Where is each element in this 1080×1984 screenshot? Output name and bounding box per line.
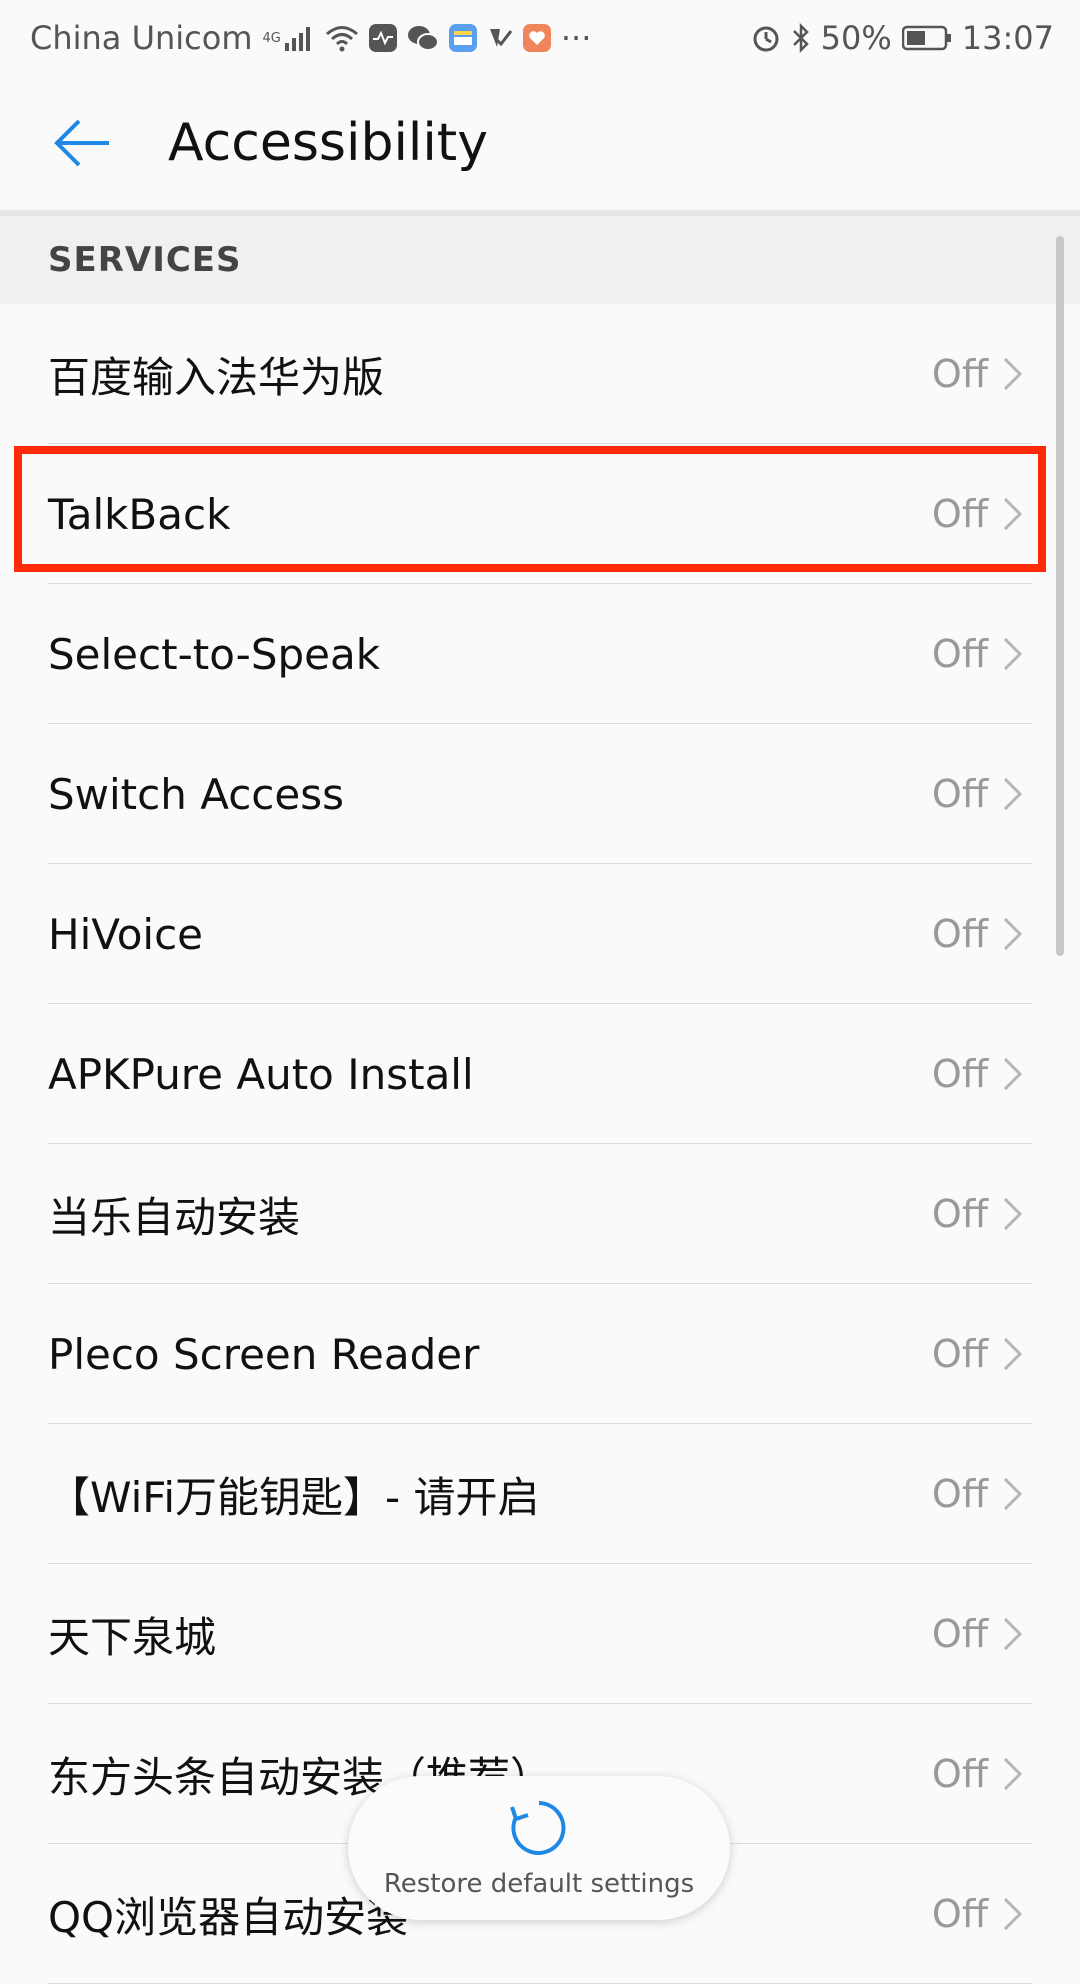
restore-default-button[interactable]: Restore default settings xyxy=(348,1776,730,1920)
carrier-name: China Unicom xyxy=(30,19,253,57)
service-status: Off xyxy=(932,1052,1024,1096)
service-status: Off xyxy=(932,1332,1024,1376)
wallet-icon xyxy=(448,24,477,52)
service-status: Off xyxy=(932,1752,1024,1796)
service-value: Off xyxy=(931,1892,988,1936)
service-row[interactable]: Pleco Screen Reader Off xyxy=(0,1284,1080,1424)
status-right: 50% 13:07 xyxy=(751,19,1054,57)
alarm-icon xyxy=(751,23,781,53)
service-row[interactable]: APKPure Auto Install Off xyxy=(0,1004,1080,1144)
service-label: 百度输入法华为版 xyxy=(48,352,385,402)
clock: 13:07 xyxy=(961,19,1054,57)
chevron-right-icon xyxy=(1003,357,1023,391)
chevron-right-icon xyxy=(1003,1757,1023,1791)
task-icon xyxy=(487,25,513,51)
back-arrow-icon xyxy=(54,119,109,167)
page-title: Accessibility xyxy=(168,113,488,173)
service-status: Off xyxy=(932,1192,1024,1236)
more-notifications: ··· xyxy=(560,19,592,57)
back-button[interactable] xyxy=(52,113,112,173)
wifi-icon xyxy=(325,24,359,52)
service-value: Off xyxy=(931,1752,988,1796)
signal-icon xyxy=(284,25,315,51)
app-header: Accessibility xyxy=(0,76,1080,210)
chevron-right-icon xyxy=(1003,1897,1023,1931)
service-value: Off xyxy=(931,492,988,536)
service-row[interactable]: HiVoice Off xyxy=(0,864,1080,1004)
service-row[interactable]: Select-to-Speak Off xyxy=(0,584,1080,724)
service-row[interactable]: Switch Access Off xyxy=(0,724,1080,864)
health-icon xyxy=(522,24,551,52)
service-status: Off xyxy=(932,352,1024,396)
service-value: Off xyxy=(931,1472,988,1516)
network-type: 4G xyxy=(262,30,281,46)
service-value: Off xyxy=(931,352,988,396)
service-label: TalkBack xyxy=(48,489,231,539)
service-status: Off xyxy=(932,1892,1024,1936)
status-bar: China Unicom 4G ··· 50% 13:07 xyxy=(0,0,1080,76)
service-status: Off xyxy=(932,1472,1024,1516)
activity-icon xyxy=(368,24,397,52)
bluetooth-icon xyxy=(791,23,811,53)
service-row[interactable]: 天下泉城 Off xyxy=(0,1564,1080,1704)
service-value: Off xyxy=(931,632,988,676)
battery-percent: 50% xyxy=(820,19,892,57)
services-list: 百度输入法华为版 Off TalkBack Off Select-to-Speak Off… xyxy=(0,304,1080,1984)
chevron-right-icon xyxy=(1003,1477,1023,1511)
chevron-right-icon xyxy=(1003,497,1023,531)
service-value: Off xyxy=(931,1052,988,1096)
service-value: Off xyxy=(931,1332,988,1376)
chevron-right-icon xyxy=(1003,1337,1023,1371)
restore-label: Restore default settings xyxy=(383,1869,695,1899)
chevron-right-icon xyxy=(1003,777,1023,811)
service-row[interactable]: TalkBack Off xyxy=(0,444,1080,584)
service-status: Off xyxy=(932,632,1024,676)
service-value: Off xyxy=(931,1612,988,1656)
restore-icon xyxy=(510,1801,566,1855)
status-left: China Unicom 4G ··· xyxy=(30,19,591,57)
section-header-services: SERVICES xyxy=(0,216,1080,304)
service-value: Off xyxy=(931,912,988,956)
service-status: Off xyxy=(932,1612,1024,1656)
service-label: 天下泉城 xyxy=(48,1612,217,1662)
service-row[interactable]: 百度输入法华为版 Off xyxy=(0,304,1080,444)
service-status: Off xyxy=(932,492,1024,536)
service-label: 【WiFi万能钥匙】- 请开启 xyxy=(48,1472,540,1522)
service-label: Pleco Screen Reader xyxy=(48,1329,480,1379)
service-label: APKPure Auto Install xyxy=(48,1049,474,1099)
service-value: Off xyxy=(931,772,988,816)
chevron-right-icon xyxy=(1003,1197,1023,1231)
chevron-right-icon xyxy=(1003,637,1023,671)
service-label: Switch Access xyxy=(48,769,344,819)
service-status: Off xyxy=(932,912,1024,956)
service-row[interactable]: 当乐自动安装 Off xyxy=(0,1144,1080,1284)
scrollbar[interactable] xyxy=(1056,236,1064,956)
chevron-right-icon xyxy=(1003,1057,1023,1091)
service-row[interactable]: 【WiFi万能钥匙】- 请开启 Off xyxy=(0,1424,1080,1564)
chevron-right-icon xyxy=(1003,1617,1023,1651)
wechat-icon xyxy=(407,25,439,51)
chevron-right-icon xyxy=(1003,917,1023,951)
service-label: QQ浏览器自动安装 xyxy=(48,1892,409,1942)
battery-icon xyxy=(901,25,952,51)
service-status: Off xyxy=(932,772,1024,816)
service-value: Off xyxy=(931,1192,988,1236)
service-label: HiVoice xyxy=(48,909,204,959)
service-label: 当乐自动安装 xyxy=(48,1192,301,1242)
service-label: Select-to-Speak xyxy=(48,629,381,679)
